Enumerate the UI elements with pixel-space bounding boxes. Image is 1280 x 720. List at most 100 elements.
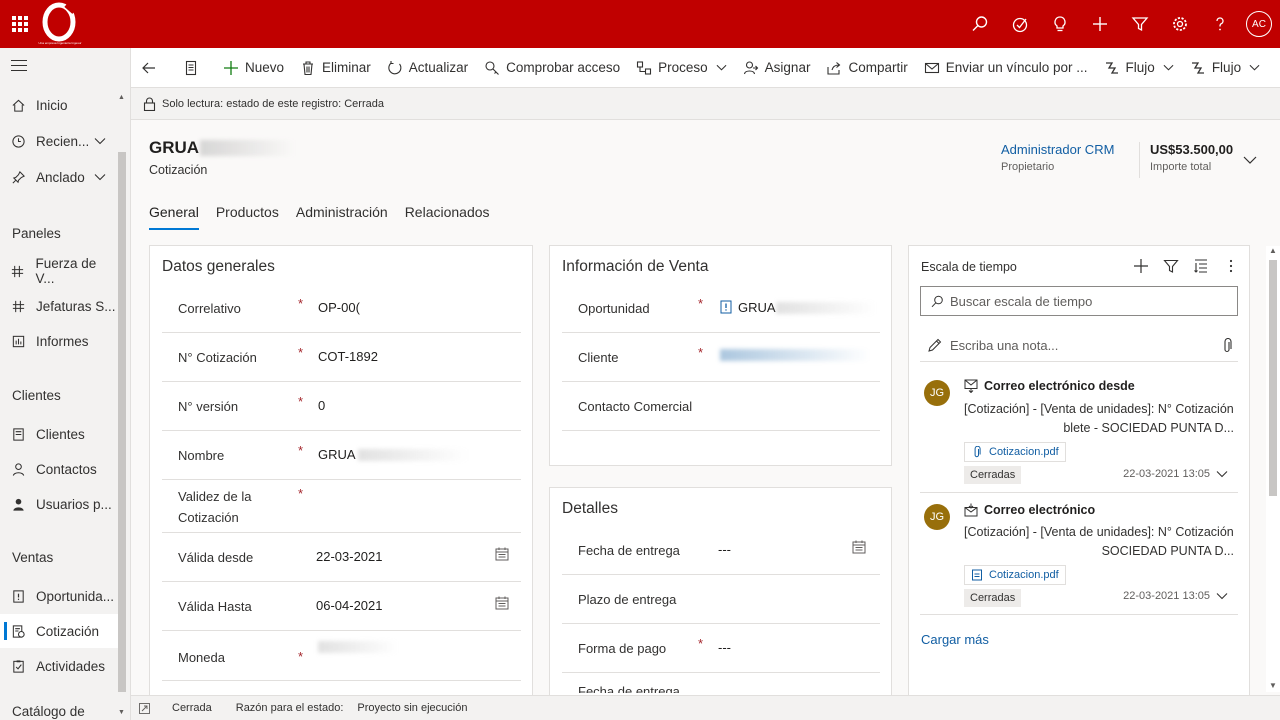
refresh-label: Actualizar: [408, 60, 469, 75]
timeline-entry[interactable]: JG Correo electrónico [Cotización] - [Ve…: [920, 493, 1238, 615]
main-scroll-thumb[interactable]: [1269, 260, 1277, 496]
form-view-button[interactable]: [175, 48, 207, 88]
nav-scrollbar[interactable]: ▲ ▼: [117, 94, 127, 720]
timeline-title: Escala de tiempo: [921, 260, 1017, 274]
tab-relacionados[interactable]: Relacionados: [405, 204, 490, 230]
field-fecha-entrega-2[interactable]: Fecha de entrega: [562, 673, 880, 693]
ideas-button[interactable]: [1040, 0, 1080, 48]
tab-productos[interactable]: Productos: [216, 204, 279, 230]
sort-list-icon[interactable]: [1193, 258, 1209, 274]
nav-item-recientes[interactable]: Recien...: [0, 124, 118, 158]
paperclip-icon[interactable]: [1220, 337, 1234, 354]
field-value[interactable]: ---: [718, 542, 731, 557]
field-nombre[interactable]: Nombre * GRUA: [162, 431, 521, 480]
refresh-button[interactable]: Actualizar: [379, 48, 476, 88]
field-fecha-entrega[interactable]: Fecha de entrega ---: [562, 526, 880, 575]
load-more-link[interactable]: Cargar más: [921, 632, 989, 647]
company-logo[interactable]: Una empresa Ingeniería Ingesur: [38, 2, 82, 46]
field-validez[interactable]: Validez de la Cotización *: [162, 480, 521, 533]
more-vertical-icon[interactable]: [1223, 258, 1239, 274]
field-valida-hasta[interactable]: Válida Hasta 06-04-2021: [162, 582, 521, 631]
field-value[interactable]: ---: [718, 640, 731, 655]
timeline-note-input[interactable]: Escriba una nota...: [920, 330, 1238, 362]
nav-item-inicio[interactable]: Inicio: [0, 88, 118, 122]
timeline-search-input[interactable]: Buscar escala de tiempo: [920, 286, 1238, 316]
redacted-lookup[interactable]: [720, 349, 870, 361]
more-commands-button[interactable]: [1268, 48, 1280, 88]
field-oportunidad[interactable]: Oportunidad * GRUA: [562, 284, 880, 333]
field-moneda[interactable]: Moneda *: [162, 631, 521, 681]
nav-item-fuerza-ventas[interactable]: Fuerza de V...: [0, 254, 118, 288]
nav-item-clientes[interactable]: Clientes: [0, 417, 118, 451]
field-correlativo[interactable]: Correlativo * OP-00(: [162, 284, 521, 333]
field-value[interactable]: 22-03-2021: [316, 549, 383, 564]
scroll-down-arrow-icon[interactable]: ▼: [118, 709, 125, 716]
owner-link[interactable]: Administrador CRM: [1001, 142, 1114, 157]
process-button[interactable]: Proceso: [628, 48, 735, 88]
field-cliente[interactable]: Cliente *: [562, 333, 880, 382]
field-forma-pago[interactable]: Forma de pago * ---: [562, 624, 880, 673]
field-plazo-entrega[interactable]: Plazo de entrega: [562, 575, 880, 624]
attachment-chip[interactable]: Cotizacion.pdf: [964, 442, 1066, 462]
settings-button[interactable]: [1160, 0, 1200, 48]
field-value[interactable]: 06-04-2021: [316, 598, 383, 613]
nav-item-contactos[interactable]: Contactos: [0, 452, 118, 486]
check-access-button[interactable]: Comprobar acceso: [476, 48, 628, 88]
nav-item-jefaturas[interactable]: Jefaturas S...: [0, 289, 118, 323]
calendar-icon[interactable]: [495, 596, 509, 610]
record-title: GRUA: [149, 138, 200, 157]
share-button[interactable]: Compartir: [818, 48, 915, 88]
field-valida-desde[interactable]: Válida desde 22-03-2021: [162, 533, 521, 582]
chevron-down-icon[interactable]: [94, 135, 106, 147]
open-window-icon[interactable]: [139, 702, 150, 714]
task-button[interactable]: [1000, 0, 1040, 48]
app-launcher-button[interactable]: [0, 0, 40, 48]
filter-icon[interactable]: [1163, 258, 1179, 274]
flow-button-2[interactable]: Flujo: [1182, 48, 1268, 88]
field-numero-version[interactable]: N° versión * 0: [162, 382, 521, 431]
new-record-button[interactable]: Nuevo: [215, 48, 292, 88]
opportunity-lookup-link[interactable]: GRUA: [738, 300, 776, 315]
scroll-up-arrow-icon[interactable]: ▲: [118, 94, 125, 101]
tab-administracion[interactable]: Administración: [296, 204, 388, 230]
search-button[interactable]: [960, 0, 1000, 48]
chevron-down-icon[interactable]: [1216, 590, 1228, 602]
scroll-up-arrow-icon[interactable]: ▲: [1269, 246, 1277, 255]
field-value[interactable]: GRUA: [318, 447, 356, 462]
scroll-down-arrow-icon[interactable]: ▼: [1269, 681, 1277, 690]
hamburger-icon[interactable]: [11, 60, 27, 75]
field-value[interactable]: COT-1892: [318, 349, 378, 364]
flow-button-1[interactable]: Flujo: [1096, 48, 1182, 88]
attachment-chip[interactable]: Cotizacion.pdf: [964, 565, 1066, 585]
field-value[interactable]: OP-00(: [318, 300, 360, 315]
help-button[interactable]: [1200, 0, 1240, 48]
timeline-entry[interactable]: JG Correo electrónico desde [Cotización]…: [920, 370, 1238, 493]
plus-icon[interactable]: [1133, 258, 1149, 274]
email-link-icon: [924, 62, 939, 73]
chevron-down-icon[interactable]: [1216, 468, 1228, 480]
nav-item-usuarios[interactable]: Usuarios p...: [0, 487, 118, 521]
header-expand-chevron-icon[interactable]: [1242, 152, 1258, 168]
calendar-icon[interactable]: [852, 540, 866, 554]
tab-general[interactable]: General: [149, 204, 199, 230]
assign-button[interactable]: Asignar: [735, 48, 819, 88]
filter-button[interactable]: [1120, 0, 1160, 48]
email-link-button[interactable]: Enviar un vínculo por ...: [916, 48, 1096, 88]
main-scrollbar[interactable]: ▲ ▼: [1266, 246, 1280, 692]
nav-item-anclado[interactable]: Anclado: [0, 160, 118, 194]
nav-item-oportunidades[interactable]: Oportunida...: [0, 579, 118, 613]
field-numero-cotizacion[interactable]: N° Cotización * COT-1892: [162, 333, 521, 382]
nav-item-cotizacion[interactable]: Cotización: [0, 614, 118, 648]
user-avatar[interactable]: AC: [1246, 11, 1272, 37]
field-label: Fecha de entrega: [578, 543, 680, 558]
field-contacto-comercial[interactable]: Contacto Comercial: [562, 382, 880, 431]
nav-item-actividades[interactable]: Actividades: [0, 649, 118, 683]
chevron-down-icon[interactable]: [94, 171, 106, 183]
calendar-icon[interactable]: [495, 547, 509, 561]
field-value[interactable]: 0: [318, 398, 325, 413]
nav-item-informes[interactable]: Informes: [0, 324, 118, 358]
delete-button[interactable]: Eliminar: [292, 48, 379, 88]
new-button[interactable]: [1080, 0, 1120, 48]
nav-scroll-thumb[interactable]: [118, 152, 126, 692]
back-button[interactable]: [131, 48, 167, 88]
